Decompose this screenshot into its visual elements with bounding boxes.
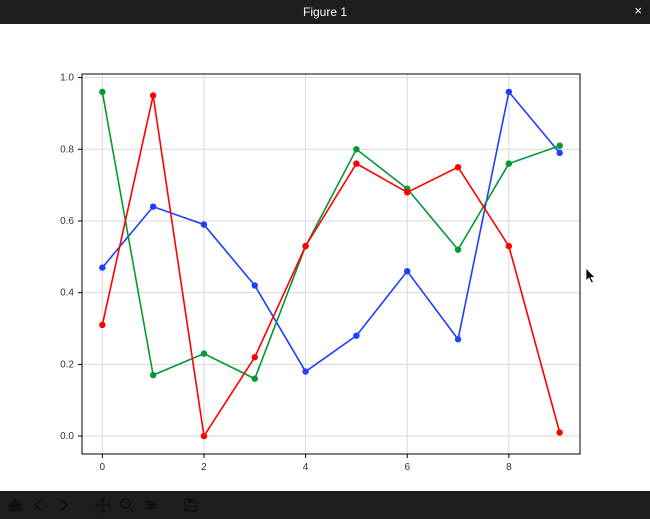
svg-text:0.8: 0.8 — [60, 144, 74, 155]
forward-icon[interactable] — [54, 496, 72, 514]
svg-text:0.0: 0.0 — [60, 431, 74, 442]
figure-canvas: 0 2 4 6 8 0.0 0.2 0.4 0.6 0.8 1.0 — [0, 24, 650, 491]
svg-text:0: 0 — [100, 462, 106, 473]
close-icon[interactable]: × — [634, 3, 642, 18]
svg-text:6: 6 — [404, 462, 410, 473]
svg-text:0.2: 0.2 — [60, 359, 74, 370]
pan-icon[interactable] — [94, 496, 112, 514]
svg-text:1.0: 1.0 — [60, 73, 74, 84]
home-icon[interactable] — [6, 496, 24, 514]
matplotlib-toolbar — [0, 491, 650, 519]
window-titlebar: Figure 1 × — [0, 0, 650, 24]
back-icon[interactable] — [30, 496, 48, 514]
svg-text:8: 8 — [506, 462, 512, 473]
svg-text:0.6: 0.6 — [60, 216, 74, 227]
window-title: Figure 1 — [303, 5, 347, 19]
zoom-icon[interactable] — [118, 496, 136, 514]
svg-text:0.4: 0.4 — [60, 288, 74, 299]
subplots-icon[interactable] — [142, 496, 160, 514]
svg-text:4: 4 — [303, 462, 309, 473]
chart-plot: 0 2 4 6 8 0.0 0.2 0.4 0.6 0.8 1.0 — [0, 24, 650, 491]
svg-text:2: 2 — [201, 462, 207, 473]
save-icon[interactable] — [182, 496, 200, 514]
